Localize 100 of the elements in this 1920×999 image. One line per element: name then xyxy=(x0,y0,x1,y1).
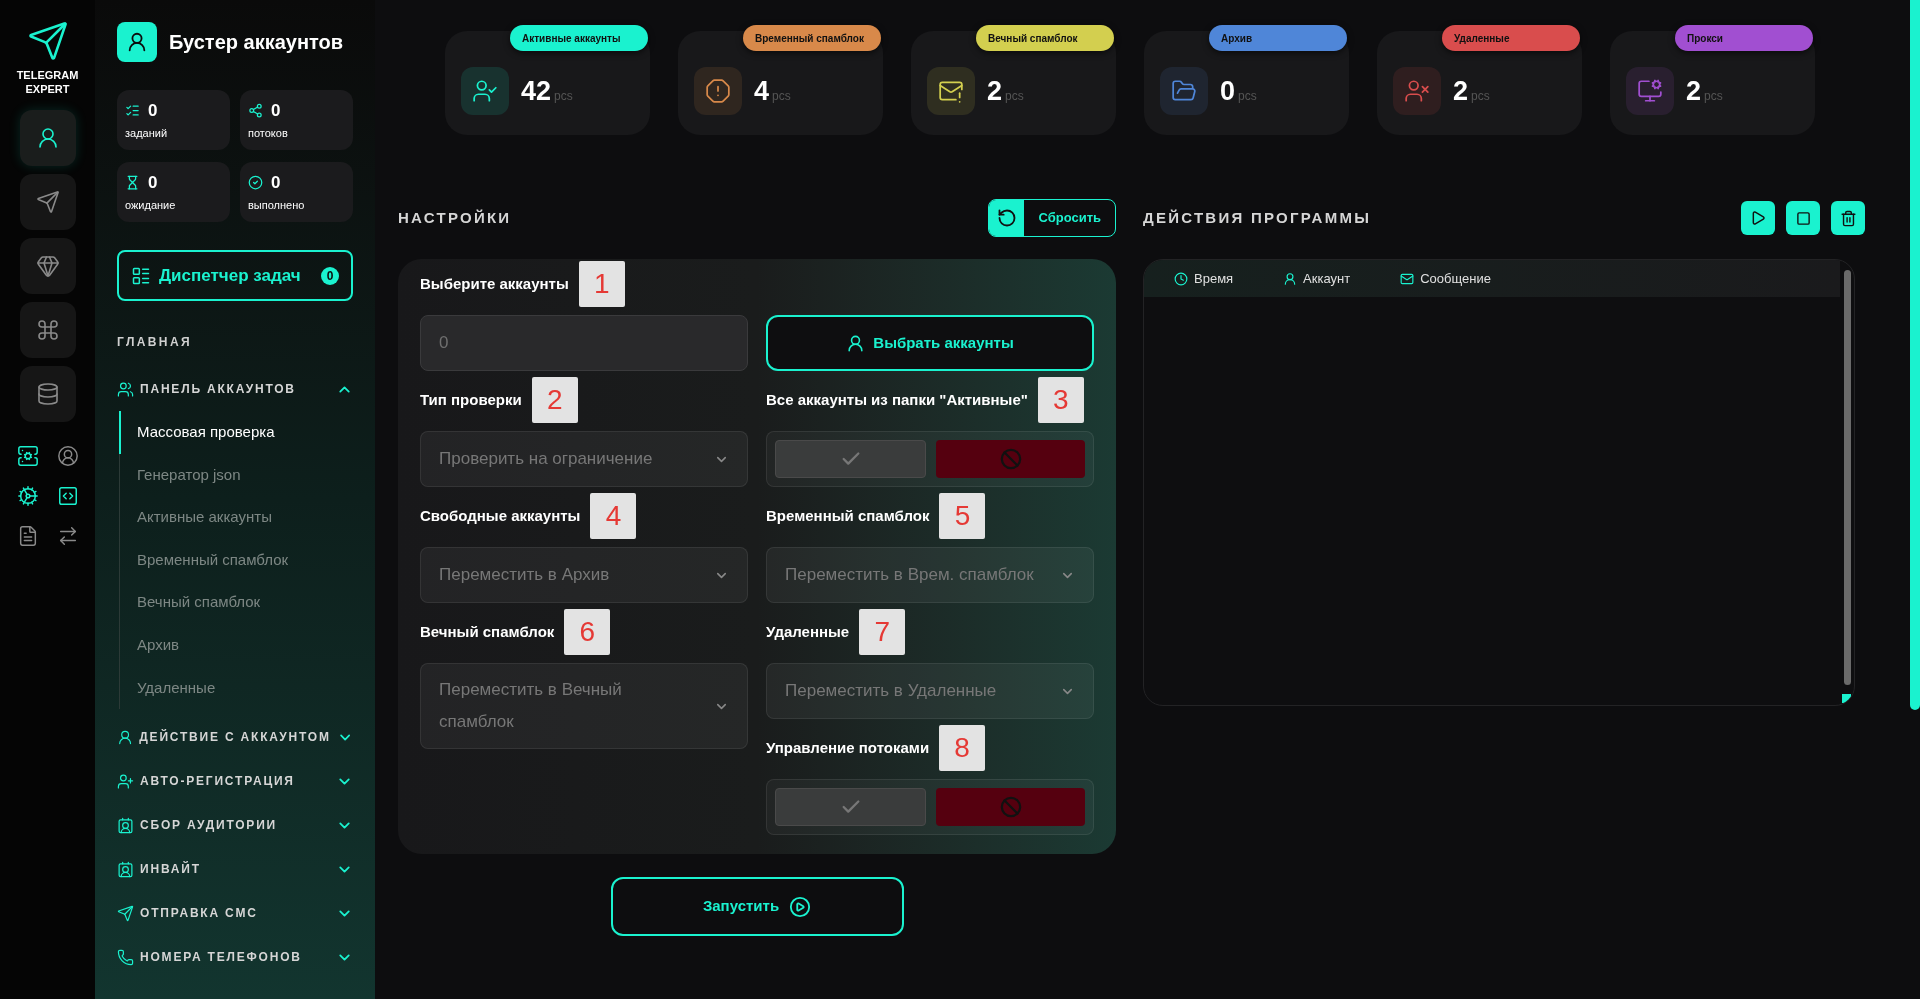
stat-value: 0 xyxy=(148,173,158,191)
start-button[interactable]: Запустить xyxy=(610,877,904,936)
task-manager-button[interactable]: Диспетчер задач 0 xyxy=(117,250,353,301)
resize-handle[interactable] xyxy=(1842,694,1851,703)
play-button[interactable] xyxy=(1741,201,1775,235)
account-count-field[interactable]: 0 xyxy=(420,315,748,371)
menu-item[interactable]: Генератор json xyxy=(119,453,353,497)
gem-icon xyxy=(35,254,60,278)
menu-group[interactable]: НОМЕРА ТЕЛЕФОНОВ xyxy=(117,935,353,980)
category-badge: Активные аккаунты xyxy=(510,25,648,51)
share-icon xyxy=(248,102,263,118)
field-label: Вечный спамблок xyxy=(420,621,555,642)
person-icon xyxy=(117,728,134,746)
card-value: 4 xyxy=(754,78,770,105)
number-tag: 2 xyxy=(531,377,578,423)
ban-icon xyxy=(999,448,1022,470)
logo-icon xyxy=(26,20,69,62)
gear-icon[interactable] xyxy=(15,484,40,508)
checklist-icon xyxy=(125,102,140,118)
hourglass-icon xyxy=(125,174,140,190)
stop-icon xyxy=(1795,210,1811,226)
stat-value: 0 xyxy=(148,101,158,119)
log-scrollbar[interactable] xyxy=(1844,270,1851,685)
select-accounts-button[interactable]: Выбрать аккаунты xyxy=(766,315,1094,371)
menu-item[interactable]: Архив xyxy=(119,623,353,667)
card-unit: pcs xyxy=(1471,88,1490,105)
delete-button[interactable] xyxy=(1831,201,1865,235)
menu-item[interactable]: Массовая проверка xyxy=(119,411,353,454)
menu-group[interactable]: СБОР АУДИТОРИИ xyxy=(117,803,353,848)
server-icon[interactable] xyxy=(15,444,40,468)
section-heading: НАСТРОЙКИ xyxy=(398,207,512,228)
category-badge: Удаленные xyxy=(1442,25,1580,51)
nav-button[interactable] xyxy=(19,174,76,230)
menu-item[interactable]: Вечный спамблок xyxy=(119,581,353,624)
task-list-icon xyxy=(131,265,151,286)
user-plus-icon xyxy=(117,772,134,790)
column-header: Время xyxy=(1194,269,1234,288)
database-icon xyxy=(35,382,60,406)
card-unit: pcs xyxy=(1238,88,1257,105)
trash-icon xyxy=(1839,209,1857,227)
nav-button[interactable] xyxy=(19,238,76,294)
card-unit: pcs xyxy=(1704,88,1723,105)
app-title: Бустер аккаунтов xyxy=(169,30,344,55)
mail-icon xyxy=(1400,271,1415,286)
nav-button[interactable] xyxy=(19,302,76,358)
menu-group[interactable]: АВТО-РЕГИСТРАЦИЯ xyxy=(117,759,353,804)
stat-label: заданий xyxy=(125,127,169,139)
section-heading: ГЛАВНАЯ xyxy=(117,334,193,351)
number-tag: 7 xyxy=(859,609,906,655)
menu-group[interactable]: ОТПРАВКА СМС xyxy=(117,891,353,936)
menu-item[interactable]: Удаленные xyxy=(119,666,353,710)
monitor-icon xyxy=(1637,78,1663,104)
person-icon xyxy=(1283,271,1298,286)
number-tag: 5 xyxy=(939,493,986,539)
stat-label: ожидание xyxy=(125,199,177,211)
logo-text: TELEGRAM EXPERT xyxy=(15,68,80,96)
clock-icon xyxy=(1174,271,1188,286)
section-heading: ДЕЙСТВИЯ ПРОГРАММЫ xyxy=(1143,207,1372,228)
user-x-icon xyxy=(1404,78,1430,104)
field-label: Выберите аккаунты xyxy=(420,273,569,294)
number-tag: 3 xyxy=(1037,377,1084,423)
menu-group[interactable]: ДЕЙСТВИЕ С АККАУНТОМ xyxy=(117,715,353,760)
page-scrollbar[interactable] xyxy=(1910,0,1920,710)
play-icon xyxy=(1750,210,1766,226)
person-icon xyxy=(126,31,148,53)
field-label: Тип проверки xyxy=(420,389,522,410)
column-header: Аккаунт xyxy=(1303,269,1351,288)
folder-icon xyxy=(1171,78,1197,104)
count-badge: 0 xyxy=(321,266,339,285)
stat-value: 0 xyxy=(271,101,281,119)
field-label: Все аккаунты из папки "Активные" xyxy=(766,389,1028,410)
category-badge: Временный спамблок xyxy=(743,25,881,51)
contact-icon xyxy=(117,816,134,834)
alert-icon xyxy=(705,78,731,104)
phone-icon xyxy=(117,948,134,966)
user-circle-icon[interactable] xyxy=(55,444,80,468)
nav-button[interactable] xyxy=(19,366,76,422)
card-value: 2 xyxy=(987,78,1003,105)
menu-group[interactable]: ПАНЕЛЬ АККАУНТОВ xyxy=(117,367,353,411)
play-icon xyxy=(789,895,812,918)
category-badge: Архив xyxy=(1209,25,1347,51)
menu-item[interactable]: Активные аккаунты xyxy=(119,496,353,539)
number-tag: 1 xyxy=(578,261,625,307)
menu-item[interactable]: Временный спамблок xyxy=(119,538,353,582)
contact-icon xyxy=(117,860,134,878)
field-label: Временный спамблок xyxy=(766,505,930,526)
card-unit: pcs xyxy=(772,88,791,105)
number-tag: 4 xyxy=(590,493,637,539)
card-value: 2 xyxy=(1453,78,1469,105)
card-unit: pcs xyxy=(1005,88,1024,105)
category-badge: Вечный спамблок xyxy=(976,25,1114,51)
stop-button[interactable] xyxy=(1786,201,1820,235)
nav-button[interactable] xyxy=(19,110,76,166)
reset-icon xyxy=(996,208,1017,228)
send-icon xyxy=(35,190,60,214)
stat-value: 0 xyxy=(271,173,281,191)
menu-group[interactable]: ИНВАЙТ xyxy=(117,847,353,892)
user-check-icon xyxy=(472,78,498,104)
person-icon xyxy=(846,333,866,353)
reset-button[interactable]: Сбросить xyxy=(988,199,1116,237)
